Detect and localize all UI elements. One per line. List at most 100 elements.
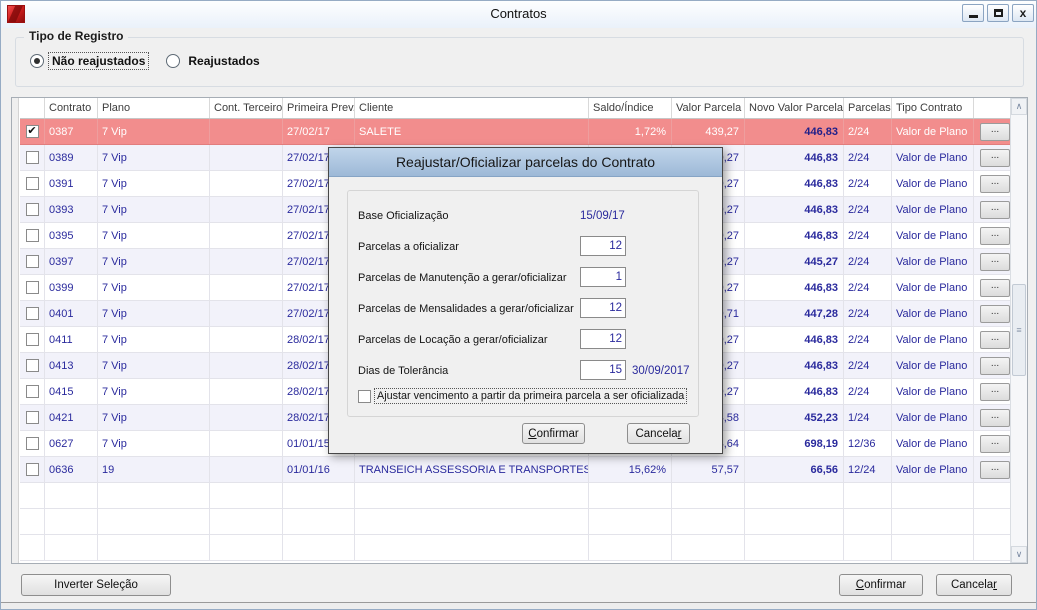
row-ellipsis-button[interactable]: ... (980, 435, 1010, 453)
row-select-checkbox[interactable] (20, 457, 45, 482)
field-input[interactable] (580, 298, 626, 318)
column-header[interactable]: Valor Parcela (672, 98, 745, 118)
row-select-checkbox[interactable] (20, 431, 45, 456)
column-header[interactable]: Saldo/Índice (589, 98, 672, 118)
radio-nao-reajustados[interactable] (30, 54, 44, 68)
field-input[interactable] (580, 329, 626, 349)
column-header[interactable]: Cont. Terceiro (210, 98, 283, 118)
row-select-checkbox[interactable] (20, 275, 45, 300)
cell-row-actions: ... (974, 145, 1010, 170)
row-select-checkbox[interactable] (20, 405, 45, 430)
row-select-checkbox[interactable] (20, 327, 45, 352)
cell-valor-parcela: 439,27 (672, 119, 745, 144)
cell-parcelas: 2/24 (844, 301, 892, 326)
close-button[interactable]: x (1012, 4, 1034, 22)
cell-plano: 7 Vip (98, 379, 210, 404)
column-header[interactable]: Cliente (355, 98, 589, 118)
cell-contrato: 0389 (45, 145, 98, 170)
column-header[interactable] (20, 98, 45, 118)
column-header[interactable]: Novo Valor Parcela (745, 98, 844, 118)
row-ellipsis-button[interactable]: ... (980, 383, 1010, 401)
table-row[interactable]: ✔03877 Vip27/02/17SALETE1,72%439,27446,8… (20, 119, 1010, 145)
cell-parcelas: 2/24 (844, 379, 892, 404)
cell-tipo-contrato: Valor de Plano (892, 171, 974, 196)
row-ellipsis-button[interactable]: ... (980, 357, 1010, 375)
inverter-selecao-button[interactable]: Inverter Seleção (21, 574, 171, 596)
bottom-edge (1, 602, 1036, 610)
column-header[interactable] (974, 98, 1010, 118)
row-select-checkbox[interactable] (20, 379, 45, 404)
dialog-cancel-button[interactable]: Cancelar (627, 423, 690, 444)
scrollbar-thumb[interactable]: ≡ (1012, 284, 1026, 376)
reajustar-dialog: Reajustar/Oficializar parcelas do Contra… (328, 147, 723, 454)
cell-novo-valor-parcela: 446,83 (745, 223, 844, 248)
cell-tipo-contrato: Valor de Plano (892, 249, 974, 274)
row-select-checkbox[interactable] (20, 171, 45, 196)
dialog-field: Parcelas de Manutenção a gerar/oficializ… (348, 263, 698, 294)
cell-novo-valor-parcela: 446,83 (745, 275, 844, 300)
ajustar-vencimento-row[interactable]: Ajustar vencimento a partir da primeira … (358, 389, 686, 403)
maximize-button[interactable] (987, 4, 1009, 22)
scrollbar-down-button[interactable]: ∨ (1011, 546, 1027, 563)
cell-contrato: 0391 (45, 171, 98, 196)
chevron-up-icon: ∧ (1016, 101, 1023, 112)
vertical-scrollbar[interactable]: ∧ ≡ ∨ (1010, 98, 1027, 563)
cell-plano: 7 Vip (98, 249, 210, 274)
row-ellipsis-button[interactable]: ... (980, 305, 1010, 323)
scrollbar-up-button[interactable]: ∧ (1011, 98, 1027, 115)
thumb-grip-icon: ≡ (1016, 325, 1021, 335)
row-ellipsis-button[interactable]: ... (980, 149, 1010, 167)
cell-tipo-contrato: Valor de Plano (892, 223, 974, 248)
ajustar-vencimento-label[interactable]: Ajustar vencimento a partir da primeira … (375, 389, 686, 403)
grid-indicator-column (12, 98, 19, 563)
column-header[interactable]: Tipo Contrato (892, 98, 974, 118)
cell-tipo-contrato: Valor de Plano (892, 145, 974, 170)
row-ellipsis-button[interactable]: ... (980, 331, 1010, 349)
column-header[interactable]: Primeira Prev. (283, 98, 355, 118)
cancelar-button[interactable]: Cancelar (936, 574, 1012, 596)
column-header[interactable]: Contrato (45, 98, 98, 118)
radio-nao-reajustados-label[interactable]: Não reajustados (49, 53, 148, 69)
row-ellipsis-button[interactable]: ... (980, 201, 1010, 219)
row-ellipsis-button[interactable]: ... (980, 123, 1010, 141)
maximize-icon (994, 9, 1003, 17)
cell-contrato: 0399 (45, 275, 98, 300)
row-select-checkbox[interactable] (20, 145, 45, 170)
cell-plano: 7 Vip (98, 275, 210, 300)
title-bar: Contratos x (1, 1, 1036, 28)
row-ellipsis-button[interactable]: ... (980, 253, 1010, 271)
empty-row (20, 535, 1010, 561)
field-input[interactable] (580, 360, 626, 380)
row-ellipsis-button[interactable]: ... (980, 409, 1010, 427)
row-ellipsis-button[interactable]: ... (980, 175, 1010, 193)
table-row[interactable]: 06361901/01/16TRANSEICH ASSESSORIA E TRA… (20, 457, 1010, 483)
radio-reajustados[interactable] (166, 54, 180, 68)
cell-cont-terceiro (210, 275, 283, 300)
row-select-checkbox[interactable] (20, 249, 45, 274)
minimize-button[interactable] (962, 4, 984, 22)
row-ellipsis-button[interactable]: ... (980, 279, 1010, 297)
ajustar-vencimento-checkbox[interactable] (358, 390, 371, 403)
cell-row-actions: ... (974, 171, 1010, 196)
chevron-down-icon: ∨ (1016, 549, 1023, 560)
row-ellipsis-button[interactable]: ... (980, 461, 1010, 479)
confirmar-button[interactable]: Confirmar (839, 574, 923, 596)
cell-cliente: TRANSEICH ASSESSORIA E TRANSPORTES S, (355, 457, 589, 482)
row-select-checkbox[interactable]: ✔ (20, 119, 45, 144)
row-ellipsis-button[interactable]: ... (980, 227, 1010, 245)
dialog-confirm-button[interactable]: Confirmar (522, 423, 585, 444)
radio-reajustados-label[interactable]: Reajustados (185, 53, 262, 69)
field-input[interactable] (580, 236, 626, 256)
row-select-checkbox[interactable] (20, 223, 45, 248)
row-select-checkbox[interactable] (20, 197, 45, 222)
cell-saldo-indice: 1,72% (589, 119, 672, 144)
field-input[interactable] (580, 267, 626, 287)
column-header[interactable]: Plano (98, 98, 210, 118)
checkbox-icon (26, 281, 39, 294)
cell-valor-parcela: 57,57 (672, 457, 745, 482)
row-select-checkbox[interactable] (20, 301, 45, 326)
cell-row-actions: ... (974, 379, 1010, 404)
row-select-checkbox[interactable] (20, 353, 45, 378)
column-header[interactable]: Parcelas (844, 98, 892, 118)
cell-plano: 7 Vip (98, 197, 210, 222)
